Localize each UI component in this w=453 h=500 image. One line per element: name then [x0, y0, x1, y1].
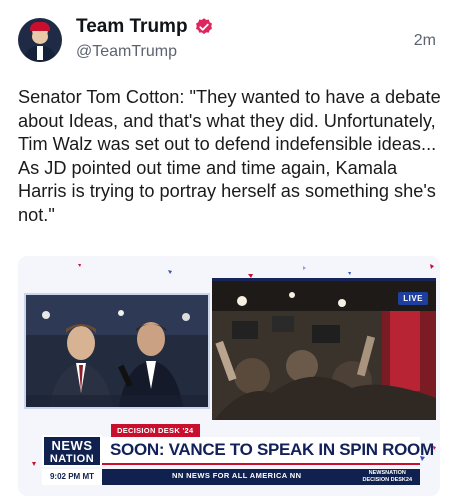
post-media-image[interactable]: LIVE DECISION DESK '24 NEWS NATION SOON:…	[18, 256, 440, 496]
headline-bar: SOON: VANCE TO SPEAK IN SPIN ROOM	[102, 437, 434, 465]
ticker-bar: 9:02 PM MT NN NEWS FOR ALL AMERICA NN NE…	[42, 469, 420, 485]
news-lower-third: DECISION DESK '24 NEWS NATION SOON: VANC…	[18, 424, 440, 496]
post-timestamp[interactable]: 2m	[414, 32, 436, 50]
network-logo-line1: NEWS	[51, 438, 93, 453]
corner-logo-line1: NEWSNATION	[368, 470, 406, 476]
avatar[interactable]	[18, 18, 62, 62]
verified-badge-icon	[195, 18, 212, 35]
spin-room-video-frame: LIVE	[212, 278, 436, 420]
ticker-tagline: NN NEWS FOR ALL AMERICA NN	[172, 471, 302, 480]
network-logo-line2: NATION	[49, 453, 95, 465]
decision-desk-tag: DECISION DESK '24	[111, 424, 200, 437]
corner-logo-line2: DECISION DESK24	[362, 477, 412, 483]
author-handle[interactable]: @TeamTrump	[76, 43, 177, 61]
author-row: Team Trump	[76, 16, 214, 38]
broadcast-clock: 9:02 PM MT	[42, 469, 102, 485]
headline-text: SOON: VANCE TO SPEAK IN SPIN ROOM	[110, 440, 434, 459]
post-header: Team Trump @TeamTrump 2m	[18, 14, 438, 66]
post-body-text: Senator Tom Cotton: "They wanted to have…	[18, 87, 446, 225]
corner-logo: NEWSNATION DECISION DESK24	[362, 470, 412, 484]
network-logo: NEWS NATION	[42, 435, 102, 467]
live-badge: LIVE	[398, 292, 428, 305]
author-name[interactable]: Team Trump	[76, 16, 188, 38]
interview-video-frame	[24, 293, 210, 409]
